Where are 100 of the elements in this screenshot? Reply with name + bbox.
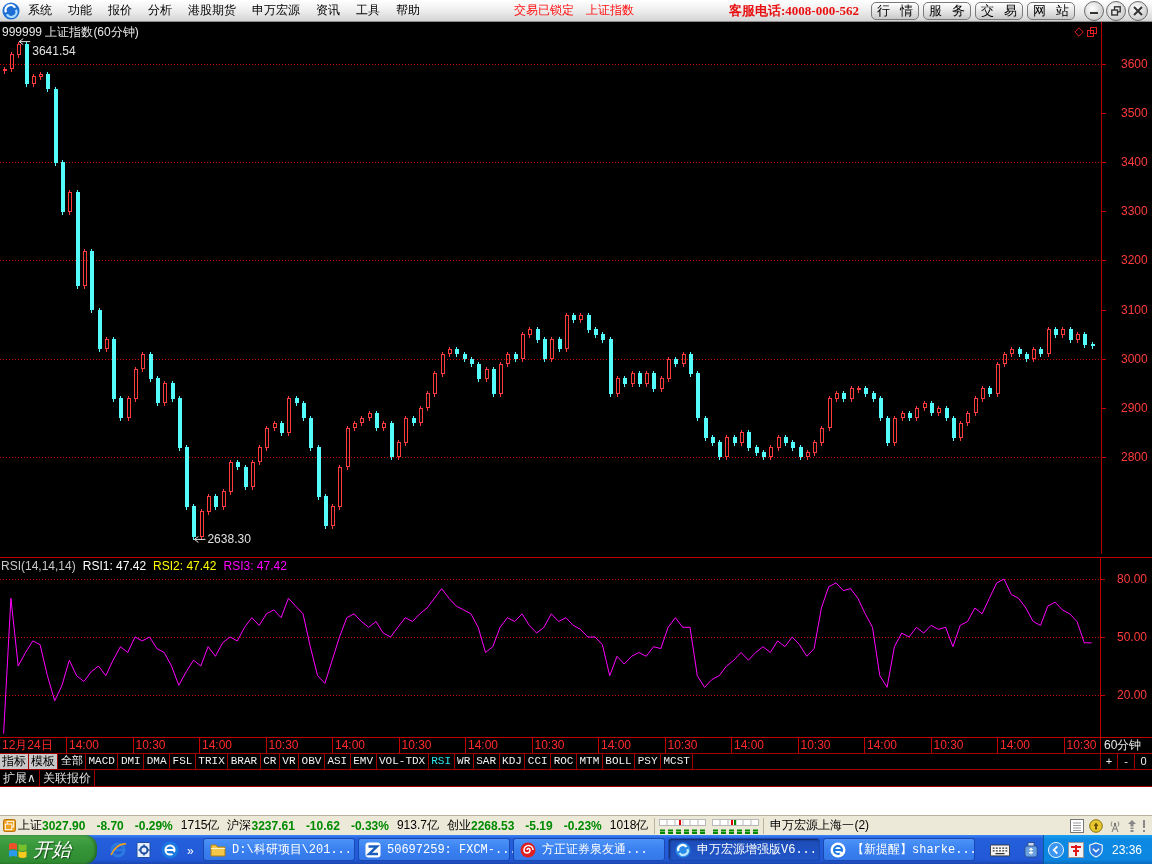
status-text: 上证指数 xyxy=(586,2,634,19)
cross-tile-icon[interactable] xyxy=(1067,841,1084,858)
index-value: 2268.53 xyxy=(470,818,515,833)
axis-label: 3600 xyxy=(1121,57,1148,71)
swirl-icon xyxy=(520,841,536,858)
app-logo-icon[interactable] xyxy=(2,1,20,20)
index-amount: 1715亿 xyxy=(180,817,220,834)
task-button[interactable]: 申万宏源增强版V6... xyxy=(668,838,820,861)
nav-button[interactable]: 网 站 xyxy=(1027,1,1075,20)
e-logo-icon[interactable] xyxy=(161,840,179,859)
minimize-icon xyxy=(1090,12,1098,14)
task-button[interactable]: 【新提醒】sharke... xyxy=(823,838,975,861)
menu-item[interactable]: 资讯 xyxy=(308,2,348,19)
index-amount: 913.7亿 xyxy=(396,817,439,834)
axis-label: 3500 xyxy=(1121,106,1148,121)
close-button[interactable] xyxy=(1128,0,1148,21)
chart-title: 999999 上证指数(60分钟) xyxy=(2,24,139,41)
overlap-squares-icon[interactable] xyxy=(3,819,16,832)
menu-item[interactable]: 报价 xyxy=(100,2,140,19)
legend-label: RSI3: 47.42 xyxy=(223,559,287,573)
up-arrow-icon[interactable] xyxy=(1127,818,1137,833)
price-marker-label: 3641.54 xyxy=(32,43,76,58)
indicator-tab[interactable]: BRAR xyxy=(228,754,261,769)
restore-button[interactable] xyxy=(1106,0,1126,21)
menu-item[interactable]: 系统 xyxy=(20,2,60,19)
axis-label: 80.00 xyxy=(1117,572,1148,586)
axis-label: 3000 xyxy=(1121,351,1148,366)
index-change: -5.19 xyxy=(525,818,553,833)
ring-logo-icon xyxy=(675,841,691,858)
arrow-icon xyxy=(193,535,206,543)
indicator-title: RSI(14,14,14) xyxy=(1,559,76,573)
nav-button[interactable]: 服 务 xyxy=(923,1,971,20)
menu-item[interactable]: 帮助 xyxy=(388,2,428,19)
extension-tab[interactable]: 扩展∧ xyxy=(0,770,40,786)
index-name: 上证 xyxy=(18,817,42,834)
nav-button[interactable]: 交 易 xyxy=(975,1,1023,20)
axis-label: 50.00 xyxy=(1117,630,1148,644)
nav-button[interactable]: 行 情 xyxy=(871,1,919,20)
keyboard-icon[interactable] xyxy=(990,841,1010,858)
folder-icon xyxy=(210,841,226,858)
indicator-tab[interactable]: KDJ xyxy=(499,754,526,769)
e-logo-icon[interactable] xyxy=(109,840,127,859)
clock-text: 23:36 xyxy=(1111,842,1142,857)
panel-tab[interactable]: 模板 xyxy=(29,754,58,769)
indicator-tab[interactable]: CCI xyxy=(525,754,552,769)
index-percent: -0.33% xyxy=(350,818,389,833)
chevron-left-icon[interactable] xyxy=(1047,841,1064,858)
document-gear-icon[interactable] xyxy=(135,840,153,859)
index-amount: 1018亿 xyxy=(609,817,649,834)
indicator-tab[interactable]: MCST xyxy=(661,754,694,769)
legend-label: RSI1: 47.42 xyxy=(82,559,147,573)
indicator-tab[interactable]: 全部 xyxy=(58,754,86,769)
e-logo-icon xyxy=(830,841,846,858)
quick-launch-more-button[interactable]: » xyxy=(187,844,194,857)
minimize-button[interactable] xyxy=(1084,0,1104,21)
antenna-icon[interactable] xyxy=(1108,818,1122,833)
task-button[interactable]: D:\科研项目\201... xyxy=(203,838,355,861)
indicator-tab[interactable]: ASI xyxy=(324,754,351,769)
indicator-tab[interactable]: FSL xyxy=(170,754,196,769)
indicator-tab[interactable]: DMI xyxy=(118,754,145,769)
axis-label: 20.00 xyxy=(1117,688,1148,702)
axis-label: 3100 xyxy=(1121,302,1148,317)
indicator-tab[interactable]: OBV xyxy=(299,754,325,769)
task-button[interactable]: 方正证券泉友通... xyxy=(513,838,665,861)
restore-icon[interactable] xyxy=(1087,27,1097,37)
exclamation-icon[interactable] xyxy=(1142,818,1146,833)
hotline-text: 客服电话:4008-000-562 xyxy=(729,1,859,20)
panel-tab[interactable]: 指标 xyxy=(0,754,29,769)
legend-label: RSI2: 47.42 xyxy=(153,559,217,573)
restore-icon xyxy=(1111,5,1121,16)
document-icon[interactable] xyxy=(1070,818,1084,833)
server-name: 申万宏源上海一(2) xyxy=(770,817,870,834)
diamond-icon[interactable] xyxy=(1074,27,1084,37)
index-percent: -0.29% xyxy=(134,818,173,833)
close-icon xyxy=(1133,5,1143,16)
price-marker-label: 2638.30 xyxy=(207,532,251,547)
menu-item[interactable]: 功能 xyxy=(60,2,100,19)
indicator-tab[interactable]: SAR xyxy=(473,754,500,769)
arrow-icon xyxy=(18,38,31,46)
time-label: 12月24日 xyxy=(1,738,54,753)
indicator-tab[interactable]: TRIX xyxy=(195,754,229,769)
shield-icon[interactable] xyxy=(1087,841,1104,858)
indicator-tab[interactable]: VOL-TDX xyxy=(376,754,429,769)
indicator-tab[interactable]: ROC xyxy=(551,754,577,769)
index-change: -10.62 xyxy=(305,818,340,833)
indicator-tab[interactable]: MACD xyxy=(86,754,119,769)
index-percent: -0.23% xyxy=(563,818,602,833)
menu-item[interactable]: 分析 xyxy=(140,2,180,19)
menu-item[interactable]: 工具 xyxy=(348,2,388,19)
indicator-tab[interactable]: PSY xyxy=(635,754,661,769)
indicator-tab[interactable]: MTM xyxy=(577,754,603,769)
indicator-tab[interactable]: DMA xyxy=(144,754,171,769)
coin-icon[interactable] xyxy=(1089,818,1103,833)
menu-item[interactable]: 港股期货 xyxy=(180,2,244,19)
axis-label: 3200 xyxy=(1121,253,1148,268)
usb-drive-icon[interactable] xyxy=(1024,841,1038,858)
start-button[interactable]: 开始 xyxy=(0,835,97,864)
status-text: 交易已锁定 xyxy=(514,2,574,19)
index-change: -8.70 xyxy=(96,818,124,833)
menu-item[interactable]: 申万宏源 xyxy=(244,2,308,19)
